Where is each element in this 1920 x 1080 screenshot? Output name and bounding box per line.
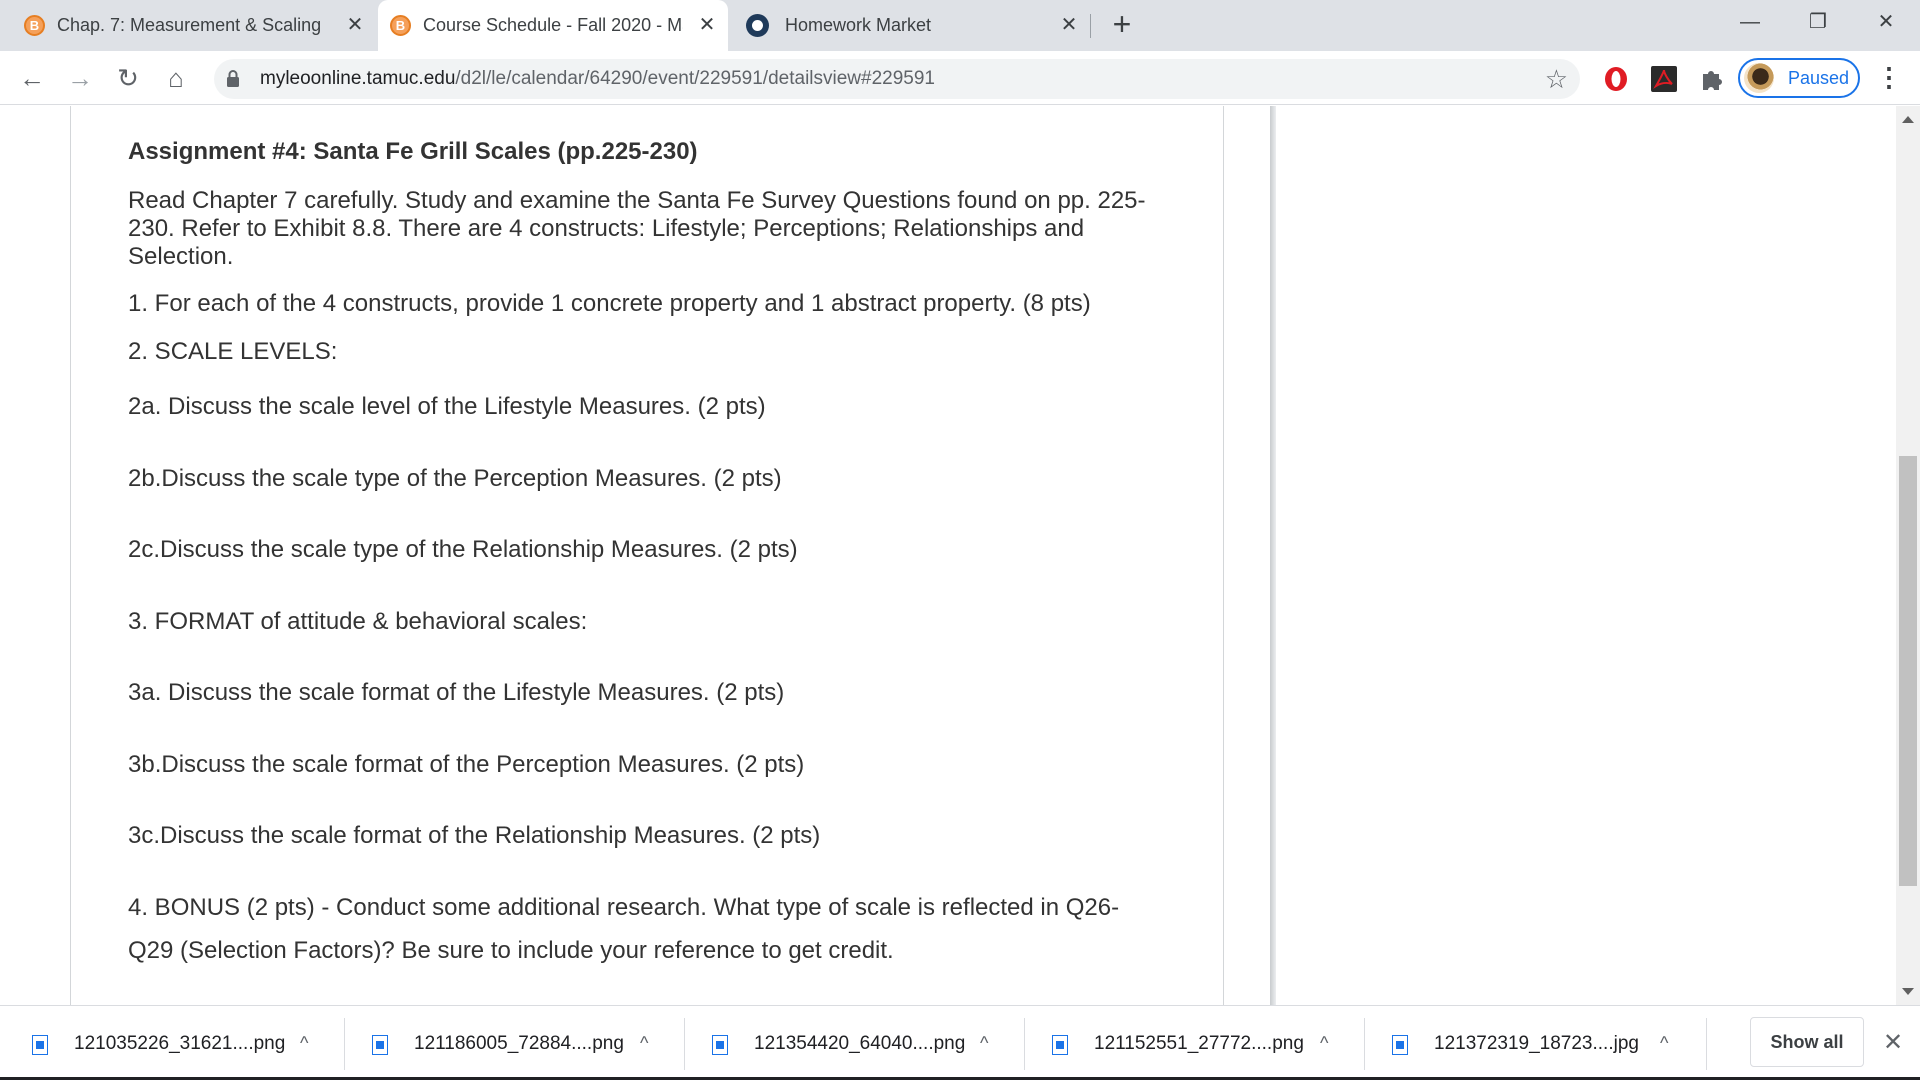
download-filename: 121152551_27772....png bbox=[1094, 1033, 1304, 1054]
reload-button[interactable]: ↻ bbox=[110, 60, 146, 96]
homework-market-icon bbox=[746, 14, 769, 37]
chevron-up-icon[interactable]: ^ bbox=[640, 1006, 648, 1080]
url-path: /d2l/le/calendar/64290/event/229591/deta… bbox=[455, 68, 935, 89]
section-heading: 3. FORMAT of attitude & behavioral scale… bbox=[128, 608, 588, 635]
section-heading: 2. SCALE LEVELS: bbox=[128, 338, 338, 365]
question-item: 3a. Discuss the scale format of the Life… bbox=[128, 679, 785, 706]
image-file-icon bbox=[1392, 1035, 1408, 1055]
show-all-downloads-button[interactable]: Show all bbox=[1750, 1017, 1864, 1067]
panel-border bbox=[1223, 106, 1224, 1005]
profile-status: Paused bbox=[1788, 67, 1850, 88]
panel-border bbox=[70, 106, 71, 1005]
download-item[interactable]: 121372319_18723....jpg ^ bbox=[1360, 1006, 1700, 1080]
download-filename: 121186005_72884....png bbox=[414, 1033, 624, 1054]
tab-chap7[interactable]: B Chap. 7: Measurement & Scaling ✕ bbox=[24, 0, 376, 51]
tab-strip: B Chap. 7: Measurement & Scaling ✕ B Cou… bbox=[0, 0, 1920, 51]
download-item[interactable]: 121035226_31621....png ^ bbox=[0, 1006, 340, 1080]
opera-extension-icon[interactable] bbox=[1602, 65, 1630, 93]
page-content: Assignment #4: Santa Fe Grill Scales (pp… bbox=[0, 106, 1920, 1005]
image-file-icon bbox=[372, 1035, 388, 1055]
brightspace-icon: B bbox=[390, 15, 411, 36]
tab-title: Homework Market bbox=[785, 15, 932, 35]
question-item: 1. For each of the 4 constructs, provide… bbox=[128, 290, 1091, 317]
close-tab-icon[interactable]: ✕ bbox=[342, 12, 368, 38]
download-item[interactable]: 121186005_72884....png ^ bbox=[340, 1006, 680, 1080]
close-download-shelf-icon[interactable]: ✕ bbox=[1878, 1026, 1908, 1060]
avatar bbox=[1744, 63, 1774, 93]
acrobat-extension-icon[interactable] bbox=[1650, 65, 1678, 93]
chevron-up-icon[interactable]: ^ bbox=[1660, 1006, 1668, 1080]
close-tab-icon[interactable]: ✕ bbox=[1056, 12, 1082, 38]
puzzle-extensions-icon[interactable] bbox=[1698, 65, 1726, 93]
home-button[interactable]: ⌂ bbox=[158, 60, 194, 96]
profile-button[interactable]: Paused bbox=[1738, 58, 1860, 98]
close-tab-icon[interactable]: ✕ bbox=[694, 12, 720, 38]
image-file-icon bbox=[32, 1035, 48, 1055]
bonus-question-continued: Q29 (Selection Factors)? Be sure to incl… bbox=[128, 937, 894, 964]
download-filename: 121035226_31621....png bbox=[74, 1033, 286, 1054]
browser-menu-icon[interactable]: ⋮ bbox=[1876, 64, 1902, 94]
bookmark-star-icon[interactable]: ☆ bbox=[1545, 64, 1568, 94]
tab-separator bbox=[1090, 14, 1091, 38]
question-item: 3c.Discuss the scale format of the Relat… bbox=[128, 822, 821, 849]
assignment-intro: Read Chapter 7 carefully. Study and exam… bbox=[128, 187, 1146, 270]
lock-icon[interactable] bbox=[226, 70, 240, 88]
question-item: 2a. Discuss the scale level of the Lifes… bbox=[128, 393, 766, 420]
forward-button[interactable]: → bbox=[62, 60, 98, 96]
browser-toolbar: ← → ↻ ⌂ myleoonline.tamuc.edu/d2l/le/cal… bbox=[0, 51, 1920, 105]
new-tab-button[interactable]: + bbox=[1104, 7, 1140, 43]
question-item: 2b.Discuss the scale type of the Percept… bbox=[128, 465, 782, 492]
window-close-button[interactable]: ✕ bbox=[1852, 0, 1920, 44]
tab-title: Chap. 7: Measurement & Scaling bbox=[57, 15, 322, 35]
restore-button[interactable]: ❐ bbox=[1784, 0, 1852, 44]
tab-homework-market[interactable]: Homework Market ✕ bbox=[746, 0, 1090, 51]
vertical-scrollbar[interactable] bbox=[1896, 106, 1920, 1005]
brightspace-icon: B bbox=[24, 15, 45, 36]
chevron-up-icon[interactable]: ^ bbox=[300, 1006, 308, 1080]
back-button[interactable]: ← bbox=[14, 60, 50, 96]
side-panel-divider bbox=[1270, 106, 1276, 1005]
question-item: 2c.Discuss the scale type of the Relatio… bbox=[128, 536, 798, 563]
question-item: 3b.Discuss the scale format of the Perce… bbox=[128, 751, 805, 778]
url-host: myleoonline.tamuc.edu bbox=[260, 68, 456, 89]
download-shelf: 121035226_31621....png ^ 121186005_72884… bbox=[0, 1005, 1920, 1080]
scroll-down-icon[interactable] bbox=[1902, 988, 1914, 995]
chevron-up-icon[interactable]: ^ bbox=[980, 1006, 988, 1080]
image-file-icon bbox=[712, 1035, 728, 1055]
scrollbar-thumb[interactable] bbox=[1899, 456, 1917, 886]
download-item[interactable]: 121354420_64040....png ^ bbox=[680, 1006, 1020, 1080]
address-bar[interactable]: myleoonline.tamuc.edu/d2l/le/calendar/64… bbox=[214, 59, 1580, 99]
download-separator bbox=[1706, 1018, 1707, 1070]
download-item[interactable]: 121152551_27772....png ^ bbox=[1020, 1006, 1360, 1080]
tab-course-schedule[interactable]: B Course Schedule - Fall 2020 - Ma ✕ bbox=[378, 0, 728, 51]
assignment-title: Assignment #4: Santa Fe Grill Scales (pp… bbox=[128, 138, 698, 165]
url-text: myleoonline.tamuc.edu/d2l/le/calendar/64… bbox=[260, 59, 935, 99]
download-filename: 121354420_64040....png bbox=[754, 1033, 966, 1054]
bonus-question: 4. BONUS (2 pts) - Conduct some addition… bbox=[128, 894, 1120, 921]
download-filename: 121372319_18723....jpg bbox=[1434, 1033, 1639, 1054]
tab-title: Course Schedule - Fall 2020 - Ma bbox=[423, 15, 683, 35]
image-file-icon bbox=[1052, 1035, 1068, 1055]
chevron-up-icon[interactable]: ^ bbox=[1320, 1006, 1328, 1080]
minimize-button[interactable]: — bbox=[1716, 0, 1784, 44]
scroll-up-icon[interactable] bbox=[1902, 116, 1914, 123]
